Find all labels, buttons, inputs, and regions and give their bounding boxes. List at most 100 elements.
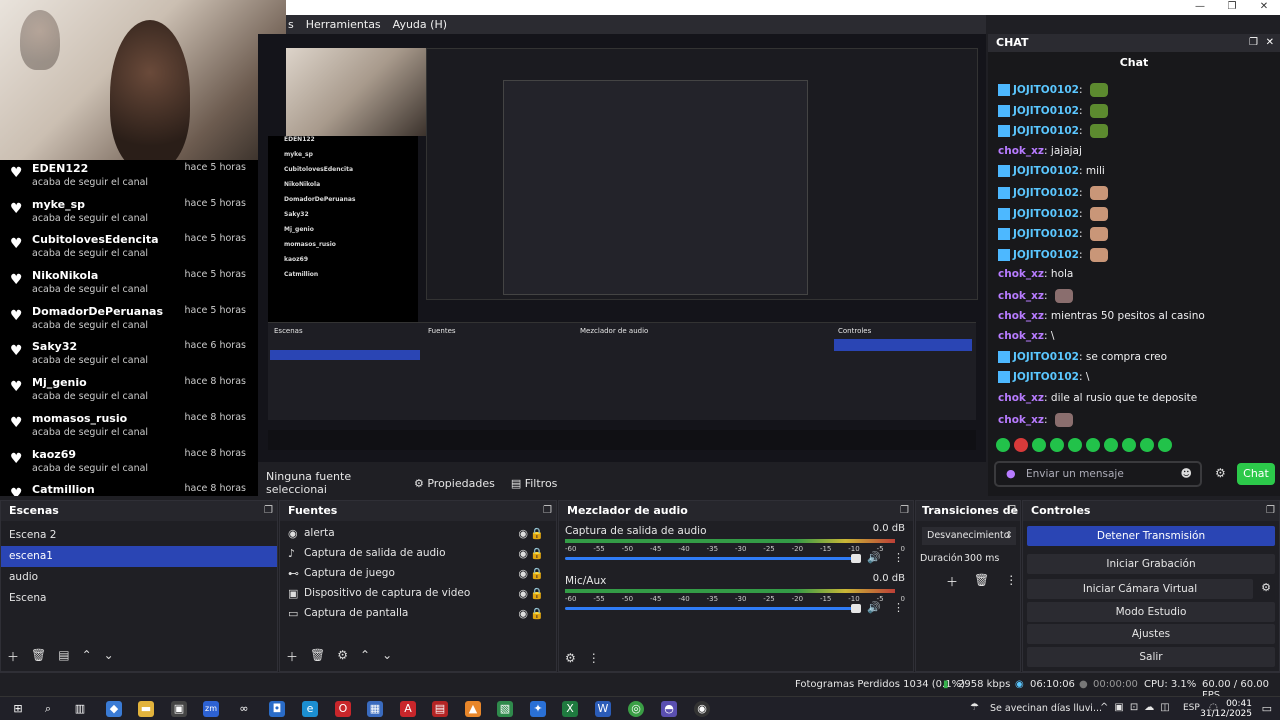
chevron-up-icon[interactable]: ⌃ xyxy=(82,648,92,665)
scene-item[interactable]: Escena xyxy=(1,588,277,609)
speaker-icon[interactable]: 🔊 xyxy=(867,551,881,564)
chevron-down-icon[interactable]: ⌄ xyxy=(104,648,114,665)
emote-icon[interactable] xyxy=(1140,438,1154,452)
edge-icon[interactable]: e xyxy=(302,701,318,717)
emote-icon[interactable] xyxy=(1086,438,1100,452)
minimize-icon[interactable]: — xyxy=(1184,0,1216,15)
emote-icon[interactable] xyxy=(1104,438,1118,452)
copilot-icon[interactable]: ◆ xyxy=(106,701,122,717)
chat-username[interactable]: JOJITO0102 xyxy=(1013,208,1079,220)
chat-send-button[interactable]: Chat xyxy=(1237,463,1275,485)
emote-icon[interactable] xyxy=(1014,438,1028,452)
studio-mode-button[interactable]: Modo Estudio xyxy=(1027,602,1275,622)
emote-icon[interactable] xyxy=(1122,438,1136,452)
source-item[interactable]: ♪ Captura de salida de audio ◉ 🔒 xyxy=(280,543,556,563)
lock-icon[interactable]: 🔒 xyxy=(530,603,544,624)
chevron-down-icon[interactable]: ⌄ xyxy=(382,648,392,665)
more-icon[interactable]: ⋮ xyxy=(893,551,904,564)
task-view-icon[interactable]: ▥ xyxy=(72,701,88,717)
dropbox-icon[interactable]: ✦ xyxy=(530,701,546,717)
duration-stepper[interactable]: 300 ms xyxy=(962,551,1014,567)
popout-icon[interactable]: ❐ xyxy=(1007,501,1016,521)
speaker-icon[interactable]: 🔊 xyxy=(867,601,881,614)
discord-icon[interactable]: ◓ xyxy=(661,701,677,717)
more-icon[interactable]: ⋮ xyxy=(588,651,600,665)
gear-icon[interactable]: ⚙ xyxy=(1261,581,1271,594)
popout-icon[interactable]: ❐ xyxy=(1249,34,1258,52)
source-item[interactable]: ▣ Dispositivo de captura de video ◉ 🔒 xyxy=(280,583,556,603)
image-icon[interactable]: ▧ xyxy=(497,701,513,717)
stop-streaming-button[interactable]: Detener Transmisión xyxy=(1027,526,1275,546)
emote-icon[interactable] xyxy=(1158,438,1172,452)
word-icon[interactable]: W xyxy=(595,701,611,717)
emote-icon[interactable] xyxy=(996,438,1010,452)
chat-username[interactable]: JOJITO0102 xyxy=(1013,105,1079,117)
menu-item-help[interactable]: Ayuda (H) xyxy=(393,18,447,31)
chat-username[interactable]: JOJITO0102 xyxy=(1013,351,1079,363)
tray-icons[interactable]: ^▣⊡☁◫ xyxy=(1100,702,1176,713)
store-icon[interactable]: ▣ xyxy=(171,701,187,717)
filter-icon[interactable]: ▤ xyxy=(58,648,69,665)
start-virtual-camera-button[interactable]: Iniciar Cámara Virtual xyxy=(1027,579,1253,599)
properties-button[interactable]: ⚙ Propiedades xyxy=(408,474,501,493)
scene-item-selected[interactable]: escena1 xyxy=(1,546,277,567)
chat-username[interactable]: chok_xz xyxy=(998,330,1044,342)
chat-username[interactable]: chok_xz xyxy=(998,310,1044,322)
volume-slider[interactable] xyxy=(565,604,861,613)
eye-icon[interactable]: ◉ xyxy=(518,543,528,564)
exit-button[interactable]: Salir xyxy=(1027,647,1275,667)
trash-icon[interactable]: 🗑 xyxy=(974,573,989,590)
add-icon[interactable]: ＋ xyxy=(7,648,19,665)
slider-handle[interactable] xyxy=(851,604,861,613)
popout-icon[interactable]: ❐ xyxy=(900,501,909,521)
emoji-icon[interactable]: ☻ xyxy=(1181,467,1192,480)
filters-button[interactable]: ▤ Filtros xyxy=(505,474,564,493)
link-icon[interactable]: ∞ xyxy=(236,701,252,717)
chat-username[interactable]: chok_xz xyxy=(998,414,1044,426)
lock-icon[interactable]: 🔒 xyxy=(530,583,544,604)
eye-icon[interactable]: ◉ xyxy=(518,583,528,604)
popout-icon[interactable]: ❐ xyxy=(1266,501,1275,521)
weather-text[interactable]: Se avecinan días lluvi... xyxy=(990,703,1102,714)
menu-item[interactable]: s xyxy=(288,18,294,31)
pdf-icon[interactable]: A xyxy=(400,701,416,717)
start-recording-button[interactable]: Iniciar Grabación xyxy=(1027,554,1275,574)
chat-username[interactable]: JOJITO0102 xyxy=(1013,125,1079,137)
eye-icon[interactable]: ◉ xyxy=(518,603,528,624)
trash-icon[interactable]: 🗑 xyxy=(31,648,46,665)
chat-username[interactable]: JOJITO0102 xyxy=(1013,84,1079,96)
more-icon[interactable]: ⋮ xyxy=(893,601,904,614)
eye-icon[interactable]: ◉ xyxy=(518,523,528,544)
chevron-up-icon[interactable]: ⌃ xyxy=(360,648,370,665)
menu-item-tools[interactable]: Herramientas xyxy=(306,18,381,31)
folder-icon[interactable]: ▬ xyxy=(138,701,154,717)
chat-username[interactable]: chok_xz xyxy=(998,392,1044,404)
obs-icon[interactable]: ◉ xyxy=(694,701,710,717)
popout-icon[interactable]: ❐ xyxy=(264,501,273,521)
search-icon[interactable]: ⌕ xyxy=(40,701,56,717)
settings-button[interactable]: Ajustes xyxy=(1027,624,1275,644)
maximize-icon[interactable]: ❐ xyxy=(1216,0,1248,15)
source-item[interactable]: ◉ alerta ◉ 🔒 xyxy=(280,523,556,543)
add-icon[interactable]: ＋ xyxy=(946,573,958,590)
slider-handle[interactable] xyxy=(851,554,861,563)
chat-username[interactable]: JOJITO0102 xyxy=(1013,249,1079,261)
source-item[interactable]: ▭ Captura de pantalla ◉ 🔒 xyxy=(280,603,556,623)
gear-icon[interactable]: ⚙ xyxy=(565,651,576,665)
eye-icon[interactable]: ◉ xyxy=(518,563,528,584)
chat-username[interactable]: JOJITO0102 xyxy=(1013,187,1079,199)
lock-icon[interactable]: 🔒 xyxy=(530,523,544,544)
chat-username[interactable]: JOJITO0102 xyxy=(1013,228,1079,240)
trash-icon[interactable]: 🗑 xyxy=(310,648,325,665)
close-icon[interactable]: ✕ xyxy=(1266,34,1274,52)
gear-icon[interactable]: ⚙ xyxy=(1215,466,1226,480)
start-icon[interactable]: ⊞ xyxy=(10,701,26,717)
app-icon[interactable]: ◘ xyxy=(269,701,285,717)
volume-slider[interactable] xyxy=(565,554,861,563)
notification-icon[interactable]: ▭ xyxy=(1262,702,1272,715)
transition-select[interactable]: Desvanecimiento ⇕ xyxy=(922,527,1016,545)
gear-icon[interactable]: ⚙ xyxy=(337,648,348,665)
emote-icon[interactable] xyxy=(1050,438,1064,452)
emote-icon[interactable] xyxy=(1068,438,1082,452)
chat-username[interactable]: chok_xz xyxy=(998,145,1044,157)
